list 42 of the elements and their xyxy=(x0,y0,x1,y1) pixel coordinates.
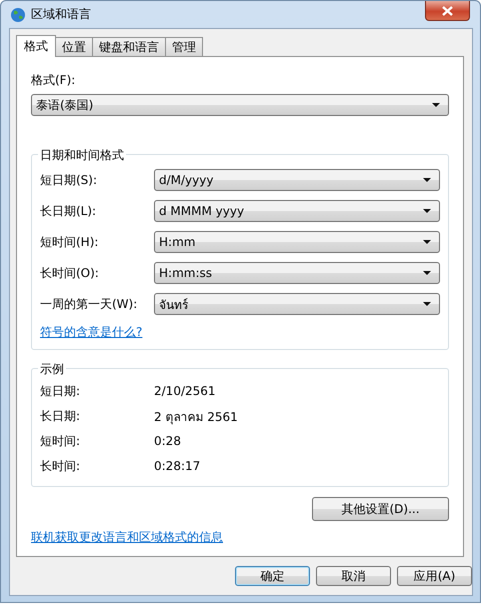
caret-icon xyxy=(423,209,431,213)
format-dropdown[interactable]: 泰语(泰国) xyxy=(31,94,449,116)
example-value: 0:28 xyxy=(154,434,181,448)
format-dropdown[interactable]: d MMMM yyyy xyxy=(154,200,440,222)
field-label: 短时间(H): xyxy=(40,234,100,250)
caret-icon xyxy=(423,271,431,275)
caret-icon xyxy=(423,178,431,182)
tab[interactable]: 管理 xyxy=(165,37,203,56)
example-label: 长日期: xyxy=(40,408,82,424)
close-button[interactable] xyxy=(425,1,470,21)
field-label: 长日期(L): xyxy=(40,202,98,220)
globe-icon xyxy=(10,6,26,22)
dialog-button[interactable]: 应用(A) xyxy=(397,566,472,586)
format-dropdown[interactable]: d/M/yyyy xyxy=(154,169,440,191)
format-dropdown[interactable]: H:mm:ss xyxy=(154,262,440,284)
example-value: 2/10/2561 xyxy=(154,384,216,398)
close-icon xyxy=(442,6,453,16)
window-title: 区域和语言 xyxy=(31,6,91,23)
format-label: 格式(F): xyxy=(31,72,76,89)
example-label: 长时间: xyxy=(40,458,82,474)
format-dropdown[interactable]: H:mm xyxy=(154,231,440,253)
caret-icon xyxy=(432,103,440,107)
field-label: 短日期(S): xyxy=(40,172,98,188)
tab[interactable]: 格式 xyxy=(16,35,56,57)
example-label: 短时间: xyxy=(40,432,82,450)
example-label: 短日期: xyxy=(40,382,82,400)
group-title: 日期和时间格式 xyxy=(38,147,126,164)
format-dropdown[interactable]: จันทร์ xyxy=(154,293,440,315)
dialog-button[interactable]: 取消 xyxy=(316,566,391,586)
group-title: 示例 xyxy=(38,361,66,378)
tab[interactable]: 键盘和语言 xyxy=(92,37,166,56)
caret-icon xyxy=(423,302,431,306)
example-value: 2 ตุลาคม 2561 xyxy=(154,408,238,426)
help-link[interactable]: 符号的含意是什么? xyxy=(40,324,142,341)
field-label: 长时间(O): xyxy=(40,264,100,282)
online-info-link[interactable]: 联机获取更改语言和区域格式的信息 xyxy=(31,529,223,546)
additional-settings-button[interactable]: 其他设置(D)... xyxy=(312,497,449,521)
example-value: 0:28:17 xyxy=(154,459,200,473)
caret-icon xyxy=(423,240,431,244)
dialog-button[interactable]: 确定 xyxy=(235,566,310,586)
tab[interactable]: 位置 xyxy=(55,37,93,56)
field-label: 一周的第一天(W): xyxy=(40,296,138,312)
